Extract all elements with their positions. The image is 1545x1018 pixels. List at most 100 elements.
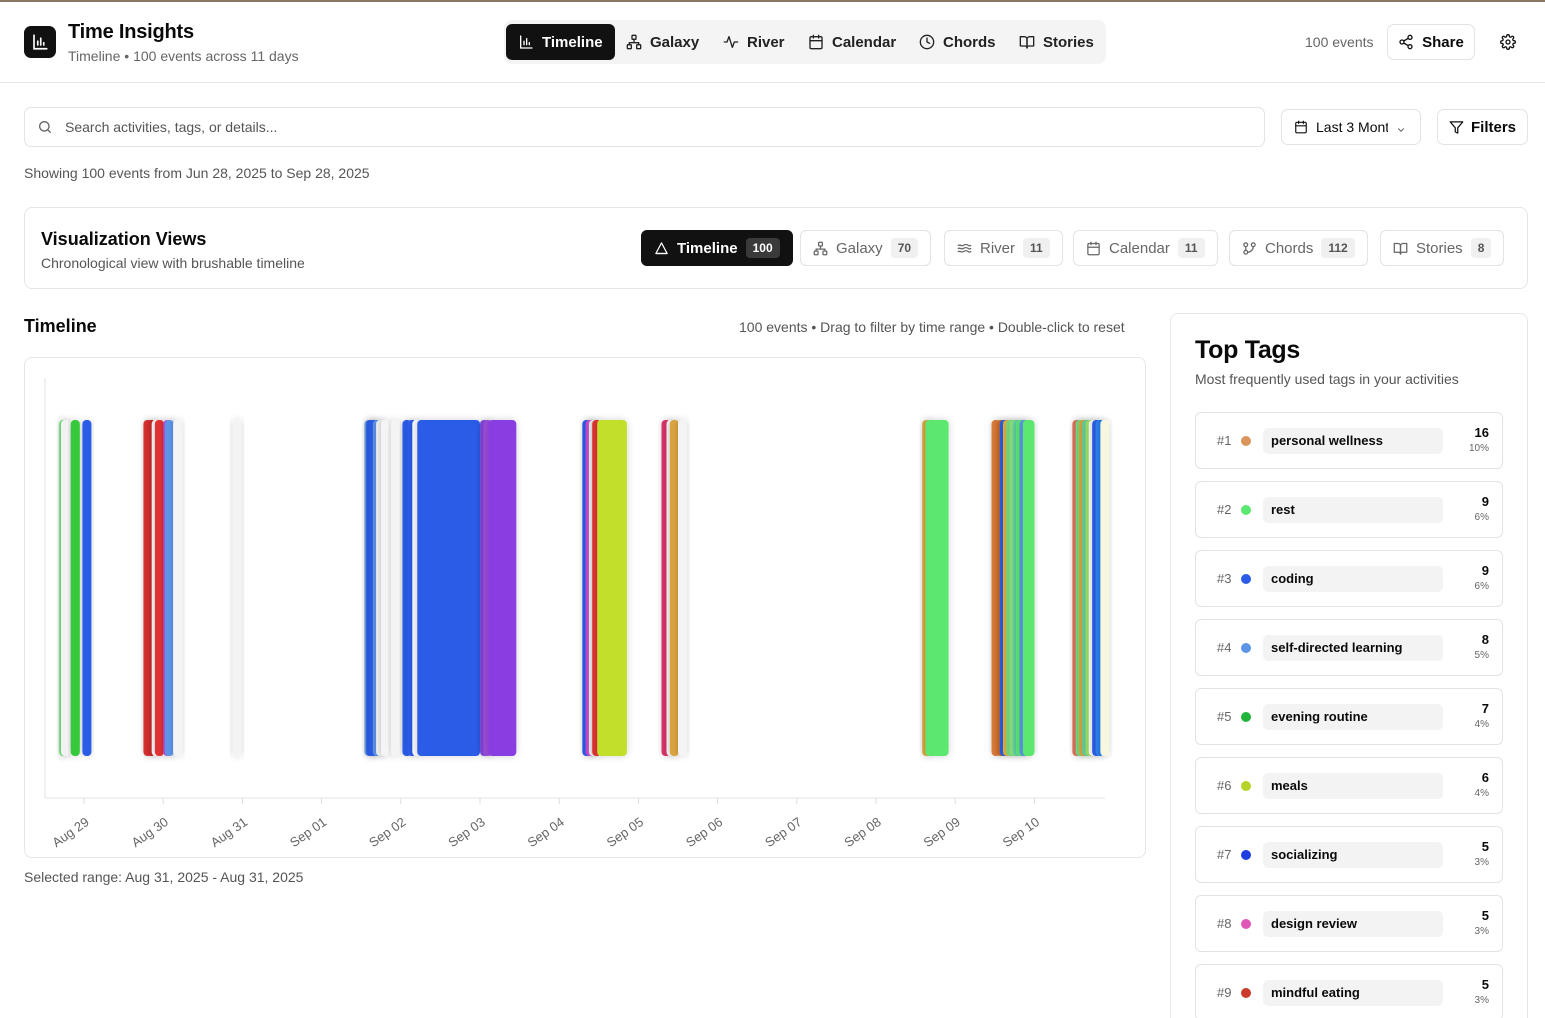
tag-row[interactable]: #4 self-directed learning 8 5% [1195, 619, 1503, 676]
event-bar[interactable] [154, 420, 164, 756]
x-tick-label: Sep 08 [841, 814, 883, 850]
search-input[interactable] [65, 108, 1255, 146]
event-bar[interactable] [70, 420, 80, 756]
event-bar[interactable] [1022, 420, 1035, 756]
calendar-icon [809, 34, 823, 50]
event-bar[interactable] [669, 420, 679, 756]
tag-color-dot [1241, 505, 1251, 515]
tag-rank: #4 [1217, 640, 1232, 655]
view-button-chords[interactable]: Chords 112 [1229, 230, 1368, 266]
showing-summary: Showing 100 events from Jun 28, 2025 to … [24, 165, 370, 181]
bar-chart-icon [520, 35, 533, 49]
tag-row[interactable]: #5 evening routine 7 4% [1195, 688, 1503, 745]
event-bar[interactable] [925, 420, 949, 756]
tag-row[interactable]: #8 design review 5 3% [1195, 895, 1503, 952]
gear-icon [1500, 34, 1516, 50]
tag-count: 9 [1481, 494, 1489, 509]
tag-row[interactable]: #7 socializing 5 3% [1195, 826, 1503, 883]
top-tags-title: Top Tags [1195, 336, 1300, 364]
share-button[interactable]: Share [1387, 24, 1475, 60]
tag-rank: #8 [1217, 916, 1232, 931]
top-tags-subtitle: Most frequently used tags in your activi… [1195, 371, 1459, 387]
tag-row[interactable]: #3 coding 9 6% [1195, 550, 1503, 607]
nav-tab-chords[interactable]: Chords [907, 24, 1008, 60]
view-button-label: Timeline [677, 239, 738, 257]
tag-percent: 6% [1474, 581, 1489, 592]
date-range-select[interactable]: Last 3 Months [1281, 109, 1421, 145]
tag-count: 5 [1481, 977, 1489, 992]
timeline-chart[interactable]: Aug 29 Aug 30 Aug 31 Sep 01 Sep 02 Sep 03 Sep … [24, 357, 1146, 858]
calendar-icon [1087, 241, 1100, 255]
views-title: Visualization Views [41, 229, 207, 249]
x-tick-label: Sep 05 [604, 814, 646, 850]
event-bars[interactable] [59, 420, 1110, 756]
view-nav: Timeline Galaxy River Calendar Chords St… [504, 20, 1106, 64]
nav-tab-stories[interactable]: Stories [1007, 24, 1106, 60]
nav-tab-timeline[interactable]: Timeline [506, 24, 615, 60]
tag-row[interactable]: #2 rest 9 6% [1195, 481, 1503, 538]
view-button-galaxy[interactable]: Galaxy 70 [800, 230, 932, 266]
tag-percent: 3% [1474, 926, 1489, 937]
x-tick-label: Sep 06 [683, 814, 725, 850]
event-bar[interactable] [173, 420, 183, 756]
tag-name: self-directed learning [1263, 635, 1443, 661]
nav-tab-galaxy[interactable]: Galaxy [614, 24, 711, 60]
event-bar[interactable] [678, 420, 687, 756]
tag-rank: #9 [1217, 985, 1232, 1000]
view-button-timeline[interactable]: Timeline 100 [641, 230, 793, 266]
tag-percent: 5% [1474, 650, 1489, 661]
nav-tab-label: Galaxy [650, 33, 700, 51]
tag-count: 7 [1481, 701, 1489, 716]
tag-color-dot [1241, 988, 1251, 998]
view-count-badge: 11 [1177, 238, 1205, 258]
view-count-badge: 11 [1023, 238, 1050, 258]
tag-color-dot [1241, 436, 1251, 446]
event-bar[interactable] [417, 420, 480, 756]
calendar-icon [1295, 120, 1307, 134]
tag-percent: 10% [1468, 443, 1489, 454]
view-button-river[interactable]: River 11 [944, 230, 1063, 266]
tag-row[interactable]: #9 mindful eating 5 3% [1195, 964, 1503, 1018]
date-range-value: Last 3 Months [1316, 119, 1388, 135]
view-button-label: Galaxy [836, 239, 883, 257]
tag-row[interactable]: #6 meals 6 4% [1195, 757, 1503, 814]
event-bar[interactable] [1100, 420, 1110, 756]
timeline-svg[interactable]: Aug 29 Aug 30 Aug 31 Sep 01 Sep 02 Sep 03 Sep … [25, 358, 1145, 857]
header-event-count: 100 events [1305, 34, 1374, 50]
event-bar[interactable] [232, 420, 242, 756]
tag-count: 6 [1481, 770, 1489, 785]
tag-percent: 4% [1474, 788, 1489, 799]
event-bar[interactable] [381, 420, 390, 756]
clock-icon [919, 34, 935, 50]
x-tick-label: Sep 07 [762, 814, 804, 850]
tag-row[interactable]: #1 personal wellness 16 10% [1195, 412, 1503, 469]
app-title: Time Insights [68, 21, 194, 43]
tag-color-dot [1241, 919, 1251, 929]
tag-name: evening routine [1263, 704, 1443, 730]
view-button-calendar[interactable]: Calendar 11 [1073, 230, 1218, 266]
settings-button[interactable] [1492, 26, 1524, 58]
tag-rank: #2 [1217, 502, 1232, 517]
nav-tab-river[interactable]: River [711, 24, 797, 60]
view-button-stories[interactable]: Stories 8 [1380, 230, 1505, 266]
nav-tab-label: Timeline [542, 33, 603, 51]
event-bar[interactable] [488, 420, 517, 756]
event-bar[interactable] [390, 420, 400, 756]
tag-color-dot [1241, 850, 1251, 860]
timeline-hint: 100 events • Drag to filter by time rang… [739, 319, 1125, 335]
tag-color-dot [1241, 781, 1251, 791]
event-bar[interactable] [82, 420, 92, 756]
event-bar[interactable] [164, 420, 174, 756]
event-bar[interactable] [597, 420, 627, 756]
network-icon [813, 241, 828, 255]
x-tick-label: Aug 31 [208, 814, 250, 850]
git-branch-icon [1243, 241, 1256, 255]
event-bar[interactable] [60, 420, 70, 756]
filters-button[interactable]: Filters [1437, 109, 1528, 145]
search-icon [37, 119, 53, 140]
tag-name: mindful eating [1263, 980, 1443, 1006]
view-count-badge: 8 [1470, 238, 1492, 258]
share-icon [1399, 34, 1413, 50]
nav-tab-calendar[interactable]: Calendar [796, 24, 908, 60]
tag-rank: #6 [1217, 778, 1232, 793]
